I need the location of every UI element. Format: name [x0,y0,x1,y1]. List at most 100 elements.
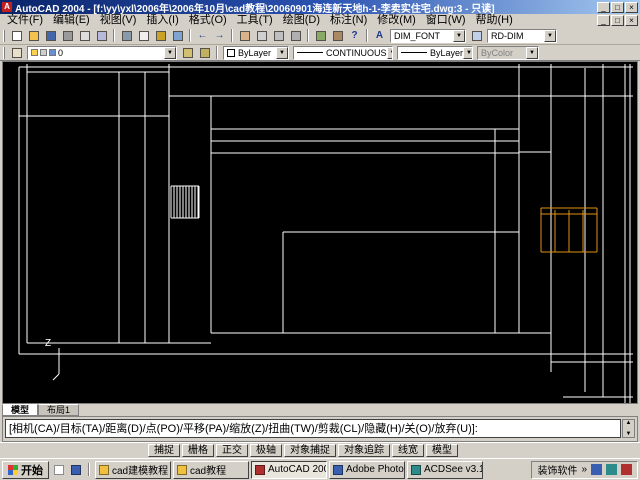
toolbar-separator [307,29,309,42]
doc-restore-icon[interactable]: □ [611,15,624,26]
tray-icon[interactable] [591,464,602,475]
make-object-layer-current-icon[interactable] [179,45,196,60]
close-icon[interactable]: × [625,1,638,13]
toolbar-grip[interactable] [3,29,5,42]
linetype-combo[interactable]: CONTINUOUS ▼ [293,45,393,60]
toggle-polar[interactable]: 极轴 [250,444,282,457]
restore-icon[interactable]: □ [611,1,624,13]
toggle-model[interactable]: 模型 [426,444,458,457]
plotstyle-value: ByColor [481,47,514,58]
photoshop-icon [333,464,343,475]
window-title: AutoCAD 2004 - [f:\yy\yxl\2006年\2006年10月… [15,3,495,15]
toggle-grid[interactable]: 栅格 [182,444,214,457]
command-scrollbar[interactable]: ▲ ▼ [622,419,635,438]
menu-help[interactable]: 帮助(H) [471,14,518,27]
task-acdsee[interactable]: ACDSee v3.1... [407,460,483,479]
text-style-combo[interactable]: DIM_FONT ▼ [390,28,466,43]
drawing-canvas[interactable]: Z [2,61,638,404]
standard-toolbar: ← → ? A DIM_FONT ▼ RD-DIM ▼ [0,27,640,45]
minimize-icon[interactable]: _ [597,1,610,13]
chevron-down-icon[interactable]: ▼ [164,46,176,59]
menu-modify[interactable]: 修改(M) [372,14,421,27]
menu-bar: 文件(F) 编辑(E) 视图(V) 插入(I) 格式(O) 工具(T) 绘图(D… [0,14,640,27]
chevron-down-icon[interactable]: ▼ [453,29,465,42]
windows-flag-icon [8,464,18,475]
zoom-realtime-icon[interactable] [253,28,270,43]
lineweight-combo[interactable]: ByLayer ▼ [397,45,473,60]
layer-on-icon [31,49,38,56]
toolbar-separator [216,46,218,59]
toolbar-grip[interactable] [3,46,5,59]
properties-icon[interactable] [312,28,329,43]
toggle-snap[interactable]: 捕捉 [148,444,180,457]
menu-edit[interactable]: 编辑(E) [48,14,95,27]
pan-realtime-icon[interactable] [236,28,253,43]
toggle-otrack[interactable]: 对象追踪 [338,444,390,457]
redo-icon[interactable]: → [211,28,228,43]
dim-style-value: RD-DIM [491,30,524,41]
quicklaunch-desktop-icon[interactable] [51,462,66,477]
menu-view[interactable]: 视图(V) [95,14,142,27]
menu-dimension[interactable]: 标注(N) [325,14,372,27]
chevron-down-icon[interactable]: ▼ [544,29,556,42]
start-button[interactable]: 开始 [2,460,49,479]
doc-close-icon[interactable]: × [625,15,638,26]
plot-icon[interactable] [59,28,76,43]
task-autocad[interactable]: AutoCAD 200... [251,460,327,479]
chevron-down-icon[interactable]: ▼ [386,46,392,59]
scroll-up-icon[interactable]: ▲ [626,420,632,426]
toggle-osnap[interactable]: 对象捕捉 [284,444,336,457]
designcenter-icon[interactable] [329,28,346,43]
tab-model[interactable]: 模型 [2,404,39,416]
tab-layout1[interactable]: 布局1 [38,404,80,416]
tray-icon[interactable] [606,464,617,475]
chevron-down-icon[interactable]: ▼ [463,46,472,59]
zoom-previous-icon[interactable] [287,28,304,43]
menu-insert[interactable]: 插入(I) [141,14,183,27]
task-photoshop[interactable]: Adobe Photo... [329,460,405,479]
title-bar: A AutoCAD 2004 - [f:\yy\yxl\2006年\2006年1… [0,0,640,15]
dim-style-combo[interactable]: RD-DIM ▼ [487,28,557,43]
coordinate-readout [4,445,144,456]
paste-icon[interactable] [152,28,169,43]
layers-icon[interactable] [8,45,25,60]
menu-tools[interactable]: 工具(T) [232,14,278,27]
layer-combo[interactable]: 0 ▼ [27,45,177,60]
open-icon[interactable] [25,28,42,43]
task-cad-tutorial-folder[interactable]: cad教程 [173,460,249,479]
task-cad-modeling-folder[interactable]: cad建模教程 [95,460,171,479]
cut-icon[interactable] [118,28,135,43]
chevron-down-icon[interactable]: ▼ [276,46,288,59]
doc-minimize-icon[interactable]: _ [597,15,610,26]
publish-icon[interactable] [93,28,110,43]
match-properties-icon[interactable] [169,28,186,43]
menu-window[interactable]: 窗口(W) [421,14,471,27]
plot-preview-icon[interactable] [76,28,93,43]
acdsee-icon [411,464,421,475]
menu-file[interactable]: 文件(F) [2,14,48,27]
copy-icon[interactable] [135,28,152,43]
scroll-down-icon[interactable]: ▼ [626,431,632,437]
toggle-ortho[interactable]: 正交 [216,444,248,457]
layer-previous-icon[interactable] [196,45,213,60]
toggle-lineweight[interactable]: 线宽 [392,444,424,457]
menu-draw[interactable]: 绘图(D) [278,14,325,27]
command-input[interactable]: [相机(CA)/目标(TA)/距离(D)/点(PO)/平移(PA)/缩放(Z)/… [5,419,621,438]
tray-icon[interactable] [621,464,632,475]
autocad-logo-icon: A [2,2,12,12]
zoom-window-icon[interactable] [270,28,287,43]
undo-icon[interactable]: ← [194,28,211,43]
quicklaunch-browser-icon[interactable] [68,462,83,477]
start-label: 开始 [21,464,43,477]
save-icon[interactable] [42,28,59,43]
dim-style-icon [468,28,485,43]
help-icon[interactable]: ? [346,28,363,43]
status-bar: 捕捉 栅格 正交 极轴 对象捕捉 对象追踪 线宽 模型 [0,442,640,458]
menu-format[interactable]: 格式(O) [184,14,232,27]
new-icon[interactable] [8,28,25,43]
task-label: cad教程 [190,466,227,477]
color-combo[interactable]: ByLayer ▼ [223,45,289,60]
task-label: ACDSee v3.1... [424,464,482,475]
chevron-right-icon[interactable]: » [581,464,587,475]
toolbar-separator [189,29,191,42]
